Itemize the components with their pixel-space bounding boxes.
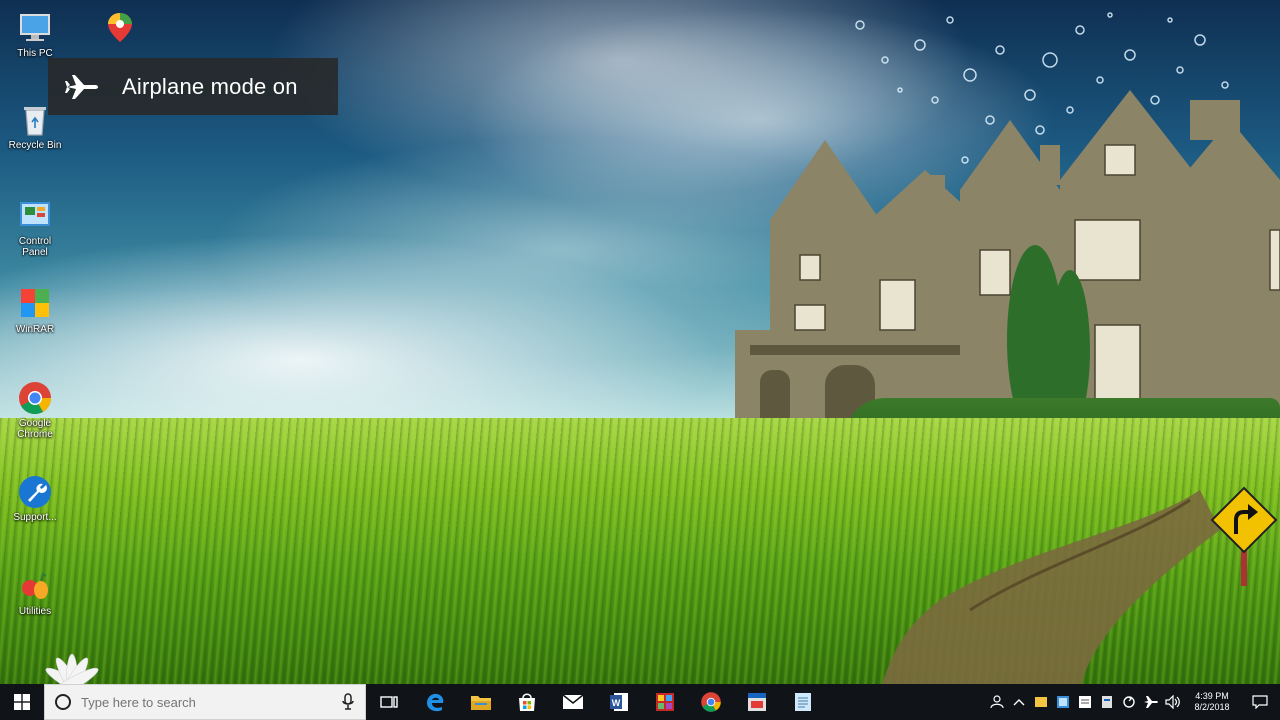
map-pin-icon [108, 13, 132, 42]
airplane-icon [65, 74, 98, 99]
toast-message: Airplane mode on [122, 73, 298, 99]
task-view-icon [380, 696, 398, 708]
app-window-icon [748, 693, 766, 711]
start-button[interactable] [0, 684, 44, 720]
tray-volume-button[interactable] [1164, 684, 1182, 720]
tray-sync-icon [1123, 696, 1135, 708]
folder-icon [471, 696, 491, 710]
clock-date: 8/2/2018 [1194, 702, 1230, 712]
word-icon: W [610, 693, 628, 711]
media-icon [656, 693, 674, 711]
winrar-icon [21, 289, 49, 317]
desktop-icon-label: Utilities [18, 606, 52, 617]
tray-app-4[interactable] [1098, 684, 1116, 720]
chevron-up-icon [1013, 699, 1025, 706]
road-sign-icon [1210, 486, 1278, 586]
task-view-button[interactable] [366, 684, 412, 720]
taskbar-search-box[interactable] [44, 684, 366, 720]
chrome-icon [19, 382, 52, 415]
control-panel-icon [20, 202, 50, 226]
taskbar: W [0, 684, 1280, 720]
svg-text:W: W [612, 698, 621, 708]
taskbar-app-generic[interactable] [734, 684, 780, 720]
desktop-icon-support[interactable]: Support... [5, 474, 65, 523]
tray-network-button[interactable] [1142, 684, 1160, 720]
flower-decoration [45, 653, 99, 684]
desktop-icon-this-pc[interactable]: This PC [5, 10, 65, 59]
desktop-icon-utilities[interactable]: Utilities [5, 568, 65, 617]
mail-icon [562, 694, 584, 709]
tray-box-icon [1035, 697, 1047, 707]
taskbar-app-word[interactable]: W [596, 684, 642, 720]
desktop-icon-google-chrome[interactable]: Google Chrome [5, 380, 65, 440]
taskbar-app-mail[interactable] [550, 684, 596, 720]
tray-app-3[interactable] [1076, 684, 1094, 720]
computer-icon [20, 14, 50, 41]
airplane-mode-toast: Airplane mode on [48, 58, 338, 115]
desktop-icon-winrar[interactable]: WinRAR [5, 286, 65, 335]
taskbar-app-notepad[interactable] [780, 684, 826, 720]
taskbar-app-media[interactable] [642, 684, 688, 720]
tray-overflow-button[interactable] [1010, 684, 1028, 720]
notepad-icon [795, 693, 811, 711]
tray-app-2[interactable] [1054, 684, 1072, 720]
dirt-path [882, 490, 1220, 684]
castle-illustration [735, 90, 1280, 440]
desktop-icon-label: Recycle Bin [8, 140, 62, 151]
microphone-icon[interactable] [341, 693, 355, 711]
tray-window-icon [1057, 696, 1069, 708]
clock-time: 4:39 PM [1195, 691, 1229, 701]
taskbar-app-edge[interactable] [412, 684, 458, 720]
desktop-icon-label: Control Panel [18, 236, 52, 258]
desktop-icon-control-panel[interactable]: Control Panel [5, 198, 65, 258]
tray-note-icon [1079, 696, 1091, 708]
fruit-icon [22, 572, 48, 599]
taskbar-app-store[interactable] [504, 684, 550, 720]
airplane-small-icon [1144, 696, 1158, 708]
desktop-icon-label: Support... [13, 512, 57, 523]
system-tray: 4:39 PM 8/2/2018 [986, 684, 1280, 720]
desktop-icon-label: WinRAR [15, 324, 55, 335]
desktop-icon-label: Google Chrome [17, 418, 53, 440]
edge-icon [427, 693, 444, 712]
chrome-icon [701, 692, 721, 712]
people-icon [990, 695, 1004, 709]
speaker-icon [1165, 695, 1180, 709]
tray-app-1[interactable] [1032, 684, 1050, 720]
notification-icon [1252, 695, 1268, 709]
taskbar-clock[interactable]: 4:39 PM 8/2/2018 [1184, 691, 1240, 713]
wrench-icon [19, 476, 51, 508]
search-input[interactable] [81, 694, 331, 710]
tray-person-icon[interactable] [988, 684, 1006, 720]
action-center-button[interactable] [1240, 684, 1280, 720]
desktop-icon-maps[interactable] [90, 10, 150, 46]
taskbar-app-file-explorer[interactable] [458, 684, 504, 720]
tray-app-5[interactable] [1120, 684, 1138, 720]
tray-doc-icon [1102, 696, 1112, 708]
taskbar-app-chrome[interactable] [688, 684, 734, 720]
cortana-icon [55, 694, 71, 710]
store-icon [519, 693, 535, 711]
windows-logo-icon [14, 694, 30, 710]
